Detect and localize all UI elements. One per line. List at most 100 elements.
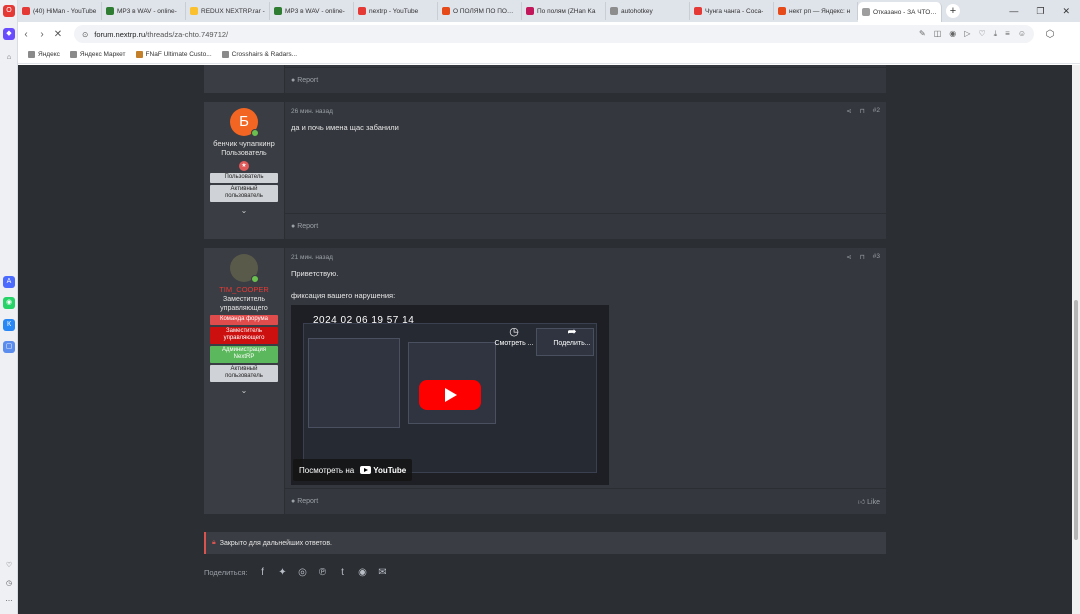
heart-icon[interactable]: ♡ (3, 560, 15, 572)
tab-label: Чунга чанга - Coca- (705, 7, 764, 15)
extensions-icon[interactable]: ⬡ (1042, 29, 1058, 40)
browser-tab[interactable]: nextrp - YouTube (354, 2, 438, 20)
browser-tab[interactable]: (40) HiMan - YouTube (18, 2, 102, 20)
browser-tab[interactable]: По полям (ZHan Ka (522, 2, 606, 20)
ai-icon[interactable]: A (3, 276, 15, 288)
bookmark-icon (69, 51, 77, 58)
bookmark-item[interactable]: FNaF Ultimate Custo... (135, 51, 212, 58)
post-number[interactable]: #2 (873, 107, 880, 115)
chevron-down-icon[interactable]: ⌄ (204, 206, 284, 215)
play-button[interactable] (419, 380, 481, 410)
email-icon[interactable]: ✉ (378, 567, 388, 578)
username-link[interactable]: бенчик чупапкинр (204, 139, 284, 149)
aria-icon[interactable]: ◆ (3, 28, 15, 40)
browser-tab[interactable]: Чунга чанга - Coca- (690, 2, 774, 20)
browser-tab[interactable]: Отказано - ЗА ЧТО | NEX (858, 2, 942, 22)
easy-setup-icon[interactable]: ≡ (1005, 29, 1010, 39)
reddit-icon[interactable]: ◎ (298, 567, 308, 578)
post-footer: ● Report 👍︎ Like (285, 488, 886, 514)
opera-logo-icon[interactable]: O (3, 5, 15, 17)
forward-icon[interactable]: › (34, 29, 50, 40)
page-scrollbar[interactable] (1072, 65, 1080, 614)
tab-favicon-icon (22, 7, 30, 15)
history-icon[interactable]: ◷ (3, 578, 15, 590)
bookmarks-bar: Яндекс Яндекс Маркет FNaF Ultimate Custo… (18, 46, 1080, 64)
browser-tab[interactable]: нект рп — Яндекс: н (774, 2, 858, 20)
browser-tab[interactable]: REDUX NEXTRP.rar - (186, 2, 270, 20)
chevron-down-icon[interactable]: ⌄ (204, 386, 284, 395)
download-icon[interactable]: ⤓ (994, 29, 998, 39)
tab-favicon-icon (358, 7, 366, 15)
user-title: Пользователь (221, 150, 267, 157)
whatsapp-share-icon[interactable]: ◉ (358, 567, 368, 578)
post-author-column (204, 65, 284, 93)
video-date-overlay: 2024 02 06 19 57 14 (313, 315, 415, 326)
close-icon[interactable]: ✕ (1062, 6, 1070, 17)
opera-sidebar: O ◆ ⌂ A ◉ К ▢ ♡ ◷ ⋯ (0, 0, 18, 614)
like-button[interactable]: 👍︎ Like (858, 497, 880, 506)
rank-icon: ★ (239, 161, 249, 171)
bookmark-item[interactable]: Crosshairs & Radars... (221, 51, 297, 58)
browser-tab[interactable]: MP3 в WAV - online- (270, 2, 354, 20)
share-label: Поделиться: (204, 568, 248, 577)
report-link[interactable]: ● Report (291, 223, 318, 230)
tab-favicon-icon (610, 7, 618, 15)
edit-icon[interactable]: ✎ (919, 29, 926, 39)
post-time[interactable]: 21 мин. назад (291, 254, 333, 261)
tab-favicon-icon (274, 7, 282, 15)
vk-icon[interactable]: К (3, 319, 15, 331)
facebook-icon[interactable]: f (258, 567, 268, 578)
stop-icon[interactable]: ✕ (50, 29, 66, 40)
browser-tab[interactable]: autohotkey (606, 2, 690, 20)
username-link[interactable]: TIM_COOPER (204, 285, 284, 295)
watch-on-youtube-button[interactable]: Посмотреть на YouTube (293, 459, 413, 481)
window-controls: — ❐ ✕ (1009, 6, 1080, 17)
tab-label: MP3 в WAV - online- (285, 7, 345, 15)
share-icon[interactable]: ⋖ (846, 253, 851, 261)
bookmark-item[interactable]: Яндекс Маркет (69, 51, 126, 58)
site-info-icon[interactable]: ⊙ (82, 30, 88, 39)
share-icon[interactable]: ⋖ (846, 107, 851, 115)
messenger-icon[interactable]: ▢ (3, 341, 15, 353)
post-number[interactable]: #3 (873, 253, 880, 261)
tab-favicon-icon (862, 8, 870, 16)
report-link[interactable]: ● Report (291, 77, 318, 84)
youtube-embed[interactable]: 2024 02 06 19 57 14 ◷ Смотреть ... ➦ Подел… (291, 305, 609, 485)
tumblr-icon[interactable]: t (338, 567, 348, 578)
record-icon[interactable]: ◉ (949, 29, 956, 39)
bookmark-icon[interactable]: ⊓ (860, 253, 865, 261)
pinterest-icon[interactable]: ℗ (318, 567, 328, 578)
home-icon[interactable]: ⌂ (3, 52, 15, 64)
scrollbar-thumb[interactable] (1074, 300, 1078, 540)
tab-label: Отказано - ЗА ЧТО | NEX (873, 8, 937, 16)
user-banner: Заместитель управляющего (210, 326, 278, 344)
send-icon[interactable]: ▷ (964, 29, 970, 39)
twitter-icon[interactable]: ✦ (278, 567, 288, 578)
post-time[interactable]: 26 мин. назад (291, 108, 333, 115)
minimize-icon[interactable]: — (1009, 6, 1018, 17)
restore-icon[interactable]: ❐ (1036, 6, 1044, 17)
bookmark-heart-icon[interactable]: ♡ (978, 29, 985, 39)
new-tab-button[interactable]: + (946, 4, 960, 18)
url-field[interactable]: ⊙ forum.nextrp.ru/threads/za-chto.749712… (74, 25, 1034, 43)
thread-closed-notice: 🔒︎ Закрыто для дальнейших ответов. (204, 532, 886, 554)
post-evidence-label: фиксация вашего нарушения: (291, 291, 396, 300)
camera-icon[interactable]: ◫ (934, 29, 942, 39)
avatar[interactable] (230, 254, 259, 283)
browser-tab[interactable]: О ПОЛЯМ ПО ПОЛЯМ (438, 2, 522, 20)
back-icon[interactable]: ‹ (18, 29, 34, 40)
profile-icon[interactable]: ☺ (1018, 29, 1026, 39)
bookmark-icon[interactable]: ⊓ (860, 107, 865, 115)
post-header: 26 мин. назад ⋖ ⊓ #2 (285, 102, 886, 120)
report-link[interactable]: ● Report (291, 498, 318, 505)
avatar[interactable]: Б (230, 108, 259, 137)
more-icon[interactable]: ⋯ (3, 596, 15, 608)
bookmark-icon (221, 51, 229, 58)
watch-later-button[interactable]: ◷ Смотреть ... (489, 327, 539, 349)
bookmark-item[interactable]: Яндекс (28, 51, 60, 58)
video-share-button[interactable]: ➦ Поделить... (547, 327, 597, 349)
whatsapp-icon[interactable]: ◉ (3, 297, 15, 309)
url-actions: ✎ ◫ ◉ ▷ ♡ ⤓ ≡ ☺ (919, 29, 1026, 39)
tab-label: (40) HiMan - YouTube (33, 7, 97, 15)
browser-tab[interactable]: MP3 в WAV - online- (102, 2, 186, 20)
